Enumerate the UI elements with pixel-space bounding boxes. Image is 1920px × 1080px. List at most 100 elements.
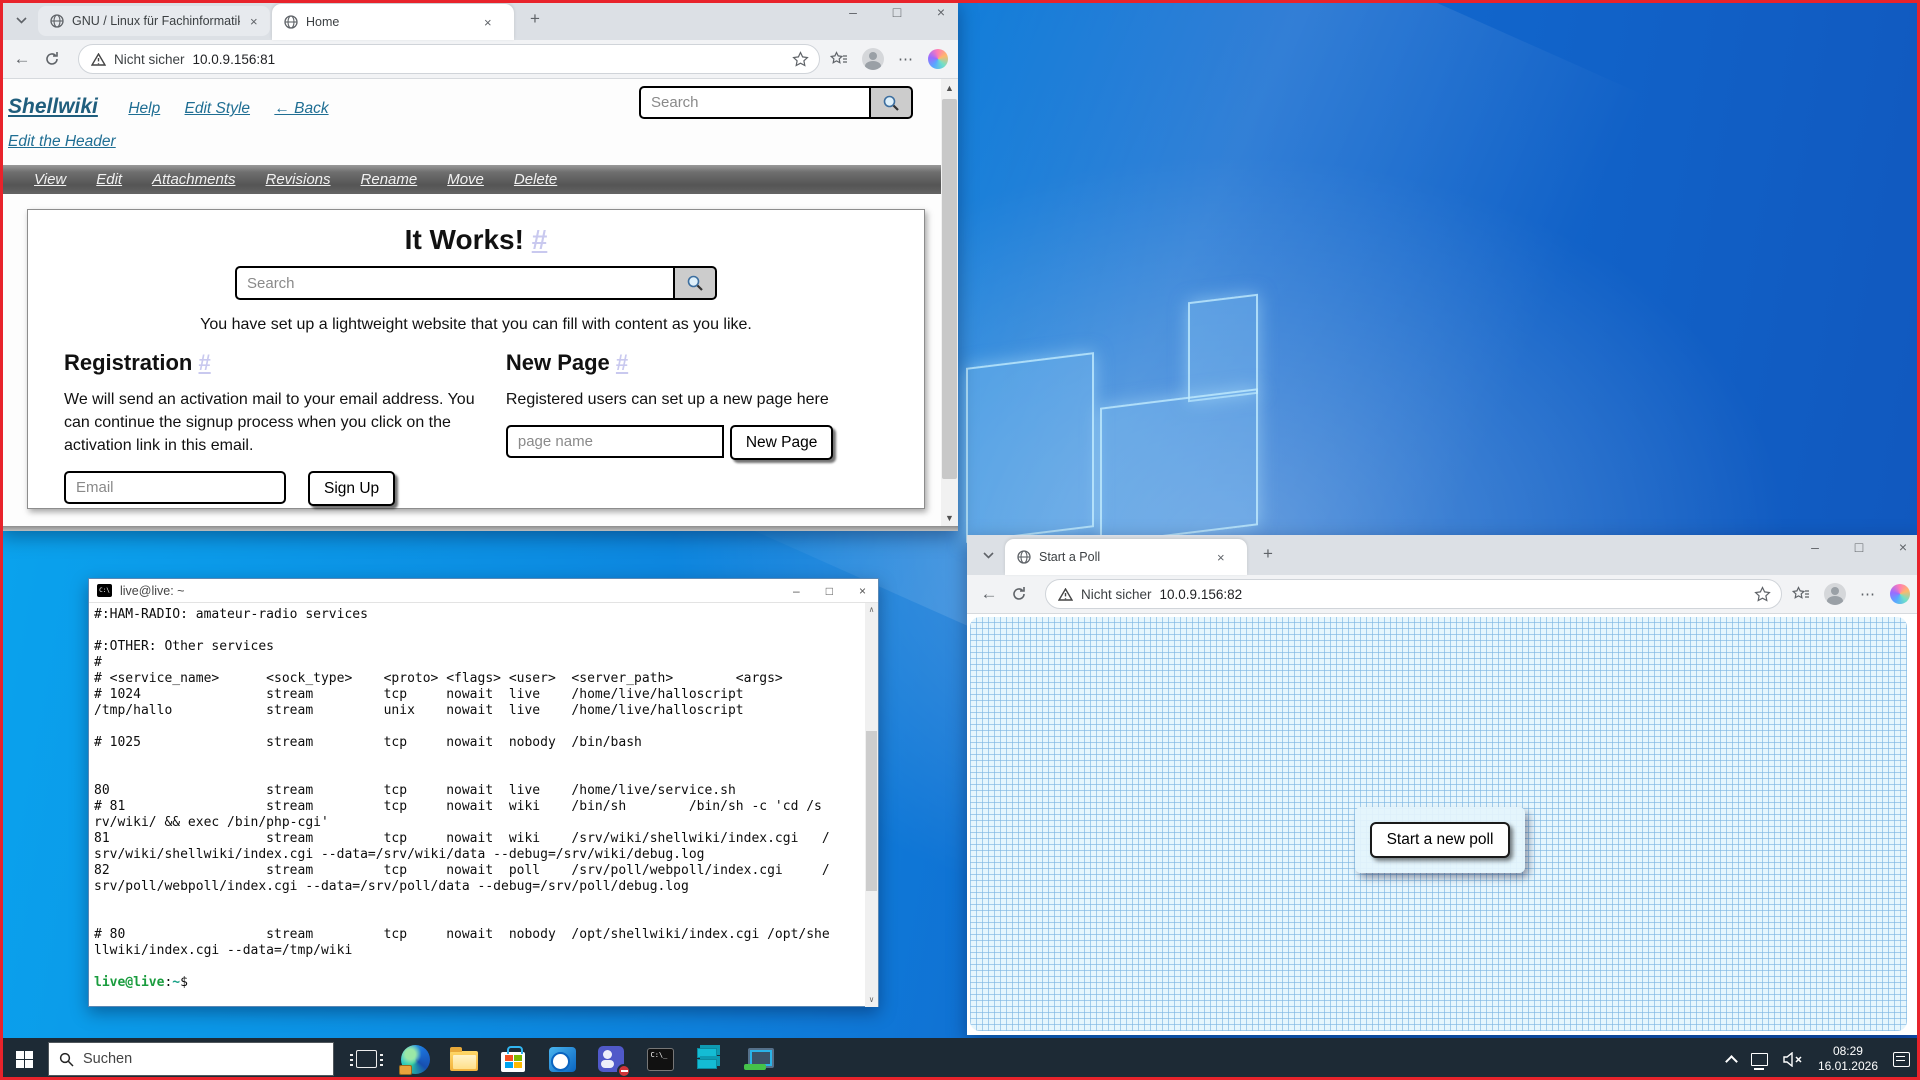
close-button[interactable]: × bbox=[1892, 539, 1914, 555]
header-search-button[interactable] bbox=[871, 86, 913, 119]
page-name-field[interactable] bbox=[506, 425, 724, 458]
maximize-button[interactable]: □ bbox=[826, 584, 833, 598]
terminal-scrollbar[interactable]: ∧ ∨ bbox=[865, 603, 878, 1007]
tab-home[interactable]: Home × bbox=[272, 4, 514, 40]
copilot-icon[interactable] bbox=[928, 49, 948, 69]
edge-taskbar-button[interactable] bbox=[399, 1043, 431, 1075]
wiki-brand-link[interactable]: Shellwiki bbox=[8, 95, 98, 119]
file-explorer-icon bbox=[450, 1051, 478, 1071]
address-bar[interactable]: Nicht sicher 10.0.9.156:82 bbox=[1045, 579, 1782, 609]
email-field[interactable] bbox=[64, 471, 286, 504]
not-secure-label: Nicht sicher bbox=[114, 52, 185, 67]
task-view-button[interactable] bbox=[350, 1043, 382, 1075]
address-bar[interactable]: Nicht sicher 10.0.9.156:81 bbox=[78, 44, 820, 74]
settings-more-icon[interactable]: ⋯ bbox=[1860, 585, 1876, 603]
server-manager-button[interactable] bbox=[693, 1043, 725, 1075]
sign-up-button[interactable]: Sign Up bbox=[308, 471, 395, 506]
tab-start-a-poll[interactable]: Start a Poll × bbox=[1005, 539, 1247, 575]
taskbar-clock[interactable]: 08:29 16.01.2026 bbox=[1818, 1044, 1878, 1074]
action-center-icon[interactable] bbox=[1893, 1052, 1910, 1067]
header-search-input[interactable] bbox=[639, 86, 871, 119]
minimize-button[interactable]: – bbox=[1804, 539, 1826, 555]
windows-logo-icon bbox=[16, 1051, 33, 1068]
command-prompt-button[interactable]: C:\_ bbox=[644, 1043, 676, 1075]
favorite-star-icon[interactable] bbox=[792, 51, 809, 68]
new-page-button[interactable]: New Page bbox=[730, 425, 834, 460]
scrollbar-thumb[interactable] bbox=[866, 731, 877, 891]
teams-button[interactable] bbox=[595, 1043, 627, 1075]
microsoft-store-button[interactable] bbox=[497, 1043, 529, 1075]
wallpaper-pane bbox=[966, 352, 1094, 543]
back-link[interactable]: ← Back bbox=[274, 100, 328, 117]
tab-strip: Start a Poll × + – □ × bbox=[967, 535, 1920, 575]
main-search-button[interactable] bbox=[675, 266, 717, 300]
anchor-link[interactable]: # bbox=[616, 350, 628, 375]
taskbar: C:\_ 08:29 16.01.2026 bbox=[0, 1038, 1920, 1080]
nav-revisions-link[interactable]: Revisions bbox=[265, 171, 330, 188]
terminal-line: 81 stream tcp nowait wiki /srv/wiki/shel… bbox=[94, 831, 860, 847]
scroll-up-icon[interactable]: ∧ bbox=[865, 603, 878, 617]
edit-header-link[interactable]: Edit the Header bbox=[8, 133, 116, 150]
profile-avatar[interactable] bbox=[1824, 583, 1846, 605]
back-button[interactable]: ← bbox=[10, 49, 34, 69]
nav-rename-link[interactable]: Rename bbox=[361, 171, 418, 188]
nav-delete-link[interactable]: Delete bbox=[514, 171, 557, 188]
favorite-star-icon[interactable] bbox=[1754, 586, 1771, 603]
collections-star-icon[interactable] bbox=[1792, 586, 1810, 602]
tray-expand-chevron-icon[interactable] bbox=[1725, 1055, 1738, 1068]
nav-view-link[interactable]: View bbox=[34, 171, 66, 188]
minimize-button[interactable]: – bbox=[842, 4, 864, 20]
scroll-down-icon[interactable]: ▼ bbox=[941, 509, 958, 526]
network-icon[interactable] bbox=[1751, 1053, 1768, 1066]
terminal-titlebar[interactable]: C:\ live@live: ~ – □ × bbox=[89, 579, 878, 603]
scroll-up-icon[interactable]: ▲ bbox=[941, 79, 958, 96]
tab-title: Start a Poll bbox=[1039, 550, 1207, 564]
tab-gnu-linux[interactable]: GNU / Linux für Fachinformatiker ( × bbox=[38, 6, 270, 36]
main-search-input[interactable] bbox=[235, 266, 675, 300]
edit-style-link[interactable]: Edit Style bbox=[185, 100, 250, 117]
terminal-line: 82 stream tcp nowait poll /srv/poll/webp… bbox=[94, 863, 860, 879]
file-explorer-button[interactable] bbox=[448, 1043, 480, 1075]
tab-close-icon[interactable]: × bbox=[1215, 550, 1227, 565]
terminal-output[interactable]: #:HAM-RADIO: amateur-radio services #:OT… bbox=[89, 603, 878, 1007]
nav-edit-link[interactable]: Edit bbox=[96, 171, 122, 188]
scroll-down-icon[interactable]: ∨ bbox=[865, 993, 878, 1007]
terminal-line: #:HAM-RADIO: amateur-radio services bbox=[94, 607, 860, 623]
close-button[interactable]: × bbox=[930, 4, 952, 20]
help-link[interactable]: Help bbox=[128, 100, 160, 117]
anchor-link[interactable]: # bbox=[532, 224, 548, 255]
page-scrollbar[interactable]: ▲ ▼ bbox=[941, 79, 958, 526]
volume-muted-icon[interactable] bbox=[1783, 1052, 1803, 1067]
copilot-icon[interactable] bbox=[1890, 584, 1910, 604]
new-tab-button[interactable]: + bbox=[522, 6, 548, 32]
new-tab-button[interactable]: + bbox=[1255, 541, 1281, 567]
back-button[interactable]: ← bbox=[977, 584, 1001, 604]
taskbar-search-input[interactable] bbox=[83, 1051, 283, 1067]
maximize-button[interactable]: □ bbox=[886, 4, 908, 20]
scrollbar-thumb[interactable] bbox=[942, 99, 957, 479]
nav-move-link[interactable]: Move bbox=[447, 171, 484, 188]
taskbar-search[interactable] bbox=[48, 1042, 334, 1076]
globe-icon bbox=[284, 15, 298, 29]
anchor-link[interactable]: # bbox=[198, 350, 210, 375]
tab-search-chevron[interactable] bbox=[975, 542, 1001, 568]
remote-desktop-button[interactable] bbox=[742, 1043, 774, 1075]
reload-button[interactable] bbox=[44, 51, 68, 67]
profile-avatar[interactable] bbox=[862, 48, 884, 70]
settings-more-icon[interactable]: ⋯ bbox=[898, 50, 914, 68]
maximize-button[interactable]: □ bbox=[1848, 539, 1870, 555]
prompt-dollar: $ bbox=[180, 975, 188, 990]
close-button[interactable]: × bbox=[859, 584, 866, 598]
tab-search-chevron[interactable] bbox=[8, 7, 34, 33]
nav-attachments-link[interactable]: Attachments bbox=[152, 171, 235, 188]
start-button[interactable] bbox=[0, 1038, 48, 1080]
minimize-button[interactable]: – bbox=[793, 584, 800, 598]
terminal-line: #:OTHER: Other services bbox=[94, 639, 860, 655]
outlook-button[interactable] bbox=[546, 1043, 578, 1075]
collections-star-icon[interactable] bbox=[830, 51, 848, 67]
reload-button[interactable] bbox=[1011, 586, 1035, 602]
tab-close-icon[interactable]: × bbox=[482, 15, 494, 30]
start-new-poll-button[interactable]: Start a new poll bbox=[1370, 822, 1511, 858]
toolbar-icons: ⋯ bbox=[1792, 583, 1910, 605]
tab-close-icon[interactable]: × bbox=[248, 14, 260, 29]
